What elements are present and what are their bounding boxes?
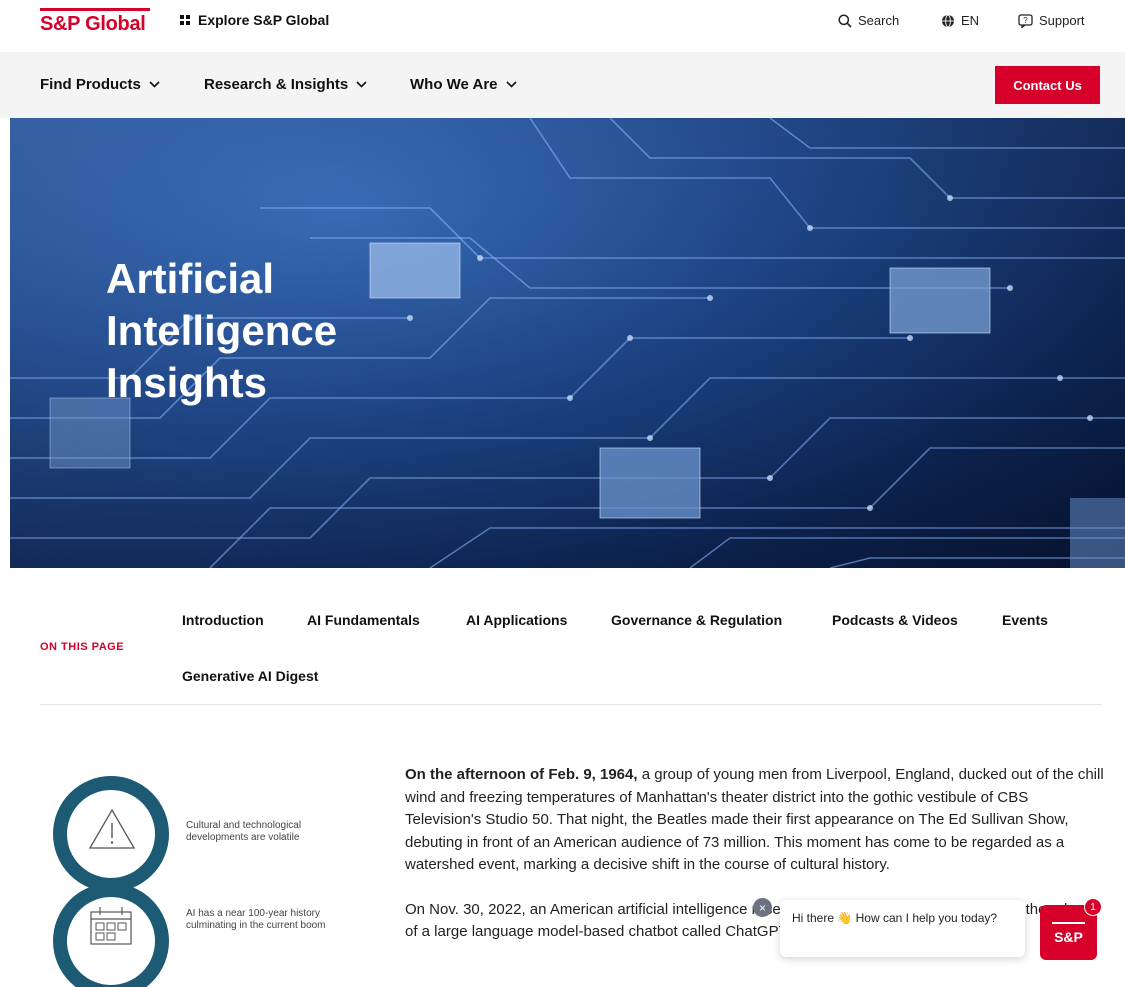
- otp-link-events[interactable]: Events: [1002, 612, 1048, 628]
- grid-icon: [180, 15, 190, 25]
- main-navigation: Find Products Research & Insights Who We…: [0, 52, 1125, 118]
- otp-link-introduction[interactable]: Introduction: [182, 612, 264, 628]
- hero-title: Artificial Intelligence Insights: [106, 253, 337, 409]
- logo-bar: [40, 8, 150, 11]
- section-divider: [40, 704, 1102, 705]
- otp-link-ai-applications[interactable]: AI Applications: [466, 612, 567, 628]
- chat-close-button[interactable]: ×: [753, 898, 772, 917]
- language-label: EN: [961, 13, 980, 28]
- on-this-page-label: ON THIS PAGE: [40, 641, 125, 653]
- hero-title-line: Insights: [106, 359, 268, 406]
- svg-text:?: ?: [1023, 16, 1028, 25]
- nav-label: Who We Are: [410, 76, 498, 93]
- otp-link-generative-ai-digest[interactable]: Generative AI Digest: [182, 668, 318, 684]
- support-chat-icon: ?: [1018, 13, 1033, 28]
- launcher-bar: [1052, 922, 1085, 924]
- nav-research-insights[interactable]: Research & Insights: [204, 76, 367, 93]
- chat-greeting-bubble[interactable]: Hi there 👋 How can I help you today?: [780, 900, 1025, 957]
- otp-link-ai-fundamentals[interactable]: AI Fundamentals: [307, 612, 420, 628]
- chat-notification-badge: 1: [1084, 898, 1102, 916]
- support-label: Support: [1039, 13, 1085, 28]
- warning-icon: [88, 808, 136, 849]
- chevron-down-icon: [149, 81, 160, 88]
- chat-greeting-text: Hi there 👋 How can I help you today?: [792, 911, 998, 925]
- hero-title-line: Intelligence: [106, 307, 338, 354]
- otp-link-governance-regulation[interactable]: Governance & Regulation: [611, 612, 782, 628]
- logo-text: S&P Global: [40, 13, 146, 35]
- explore-sp-global-link[interactable]: Explore S&P Global: [180, 12, 329, 28]
- infographic-text-volatile: Cultural and technological developments …: [186, 820, 302, 843]
- nav-who-we-are[interactable]: Who We Are: [410, 76, 517, 93]
- chat-launcher-label: S&P: [1054, 928, 1083, 945]
- nav-label: Find Products: [40, 76, 141, 93]
- chevron-down-icon: [505, 81, 517, 88]
- chevron-down-icon: [356, 81, 367, 88]
- nav-label: Research & Insights: [204, 76, 349, 93]
- article-paragraph-1: On the afternoon of Feb. 9, 1964, a grou…: [405, 764, 1105, 877]
- article-lead: On the afternoon of Feb. 9, 1964,: [405, 766, 638, 783]
- otp-link-podcasts-videos[interactable]: Podcasts & Videos: [832, 612, 958, 628]
- hero-title-line: Artificial: [106, 255, 275, 302]
- nav-find-products[interactable]: Find Products: [40, 76, 160, 93]
- globe-icon: [942, 14, 954, 27]
- calendar-icon: [90, 907, 132, 945]
- support-link[interactable]: ? Support: [1018, 13, 1085, 28]
- explore-label: Explore S&P Global: [198, 12, 330, 28]
- search-icon: [838, 13, 852, 28]
- language-selector[interactable]: EN: [941, 13, 979, 28]
- top-utility-bar: S&P Global Explore S&P Global Search EN …: [0, 0, 1125, 52]
- contact-us-button[interactable]: Contact Us: [995, 66, 1100, 104]
- search-button[interactable]: Search: [838, 13, 899, 28]
- infographic-text-history: AI has a near 100-year history culminati…: [186, 908, 326, 931]
- hero-banner: Artificial Intelligence Insights: [10, 118, 1125, 568]
- search-label: Search: [858, 13, 900, 28]
